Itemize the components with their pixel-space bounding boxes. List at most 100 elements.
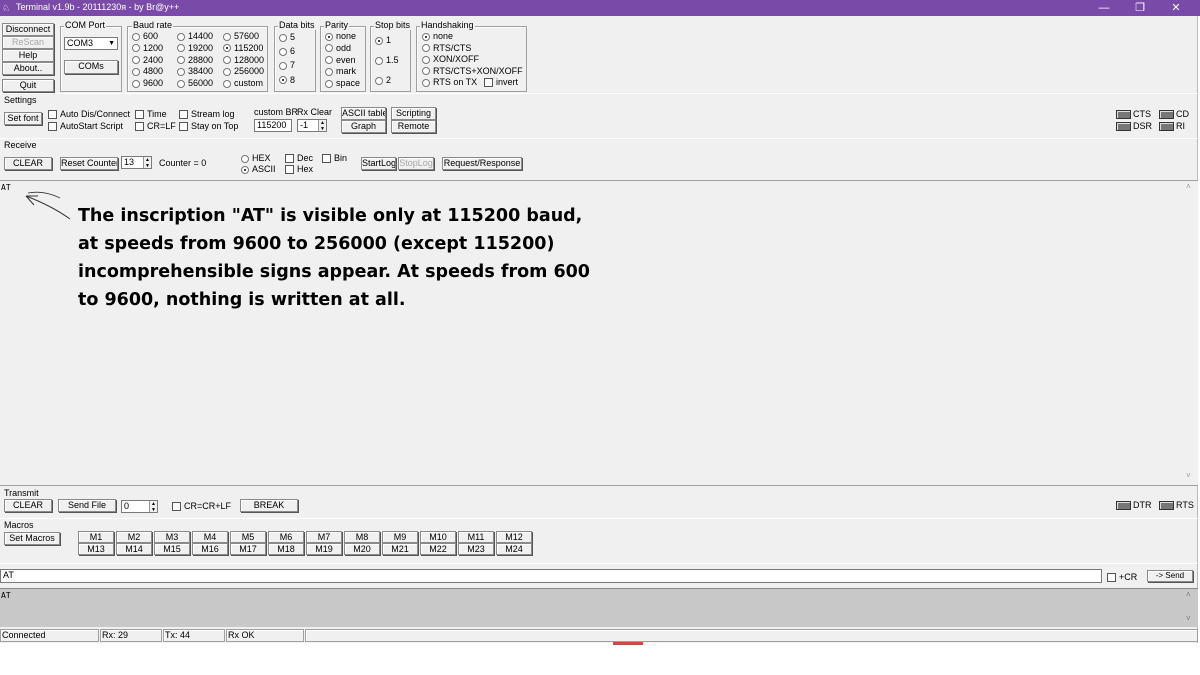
coms-button[interactable]: COMs (64, 60, 118, 74)
scroll-up-icon[interactable]: ˄ (1186, 182, 1191, 191)
macro-button-m12[interactable]: M12 (496, 531, 532, 543)
macro-button-m23[interactable]: M23 (458, 543, 494, 555)
ascii-radio[interactable]: ASCII (241, 164, 276, 174)
macro-button-m20[interactable]: M20 (344, 543, 380, 555)
start-log-button[interactable]: StartLog (361, 157, 396, 170)
about-button[interactable]: About.. (2, 62, 54, 75)
dtr-led[interactable] (1116, 501, 1131, 510)
stream-log-checkbox[interactable]: Stream log (179, 109, 235, 120)
macro-button-m22[interactable]: M22 (420, 543, 456, 555)
data-bits-radio-7[interactable]: 7 (279, 60, 295, 74)
baud-radio-56000[interactable]: 56000 (177, 78, 213, 90)
stop-bits-radio-2[interactable]: 2 (375, 75, 399, 95)
handshake-radio-xon-xoff[interactable]: XON/XOFF (422, 54, 523, 66)
receive-scrollbar[interactable]: ˄ ˅ (1183, 181, 1197, 485)
macro-button-m3[interactable]: M3 (154, 531, 190, 543)
stop-log-button[interactable]: StopLog (398, 157, 434, 170)
ascii-table-button[interactable]: ASCII table (341, 107, 386, 120)
send-input[interactable]: AT (0, 569, 1102, 583)
macro-button-m19[interactable]: M19 (306, 543, 342, 555)
macro-button-m6[interactable]: M6 (268, 531, 304, 543)
macro-button-m18[interactable]: M18 (268, 543, 304, 555)
remote-button[interactable]: Remote (391, 120, 436, 133)
disconnect-button[interactable]: Disconnect (2, 23, 54, 36)
send-file-button[interactable]: Send File (58, 499, 116, 512)
rx-clear-spinner[interactable]: ▲ ▼ (318, 120, 326, 131)
data-bits-radio-8[interactable]: 8 (279, 75, 295, 89)
transmit-log-scrollbar[interactable]: ˄ ˅ (1183, 589, 1197, 627)
stop-bits-radio-1-5[interactable]: 1.5 (375, 55, 399, 75)
auto-dis-connect-checkbox[interactable]: Auto Dis/Connect (48, 109, 130, 120)
baud-radio-57600[interactable]: 57600 (223, 31, 264, 43)
baud-radio-custom[interactable]: custom (223, 78, 264, 90)
transmit-log-area[interactable] (0, 588, 1198, 627)
baud-radio-1200[interactable]: 1200 (132, 43, 163, 55)
scripting-button[interactable]: Scripting (391, 107, 436, 120)
macro-button-m2[interactable]: M2 (116, 531, 152, 543)
baud-radio-115200[interactable]: 115200 (223, 43, 264, 55)
data-bits-radio-5[interactable]: 5 (279, 32, 295, 46)
transmit-counter-input[interactable]: 0 ▲ ▼ (121, 500, 158, 513)
baud-radio-14400[interactable]: 14400 (177, 31, 213, 43)
macro-button-m21[interactable]: M21 (382, 543, 418, 555)
macro-button-m16[interactable]: M16 (192, 543, 228, 555)
baud-radio-38400[interactable]: 38400 (177, 66, 213, 78)
hex-radio[interactable]: HEX (241, 153, 271, 163)
parity-radio-odd[interactable]: odd (325, 43, 360, 55)
data-bits-radio-6[interactable]: 6 (279, 46, 295, 60)
macro-button-m10[interactable]: M10 (420, 531, 456, 543)
macro-button-m14[interactable]: M14 (116, 543, 152, 555)
autostart-script-checkbox[interactable]: AutoStart Script (48, 121, 123, 132)
graph-button[interactable]: Graph (341, 120, 386, 133)
break-button[interactable]: BREAK (240, 499, 298, 512)
scroll-down-icon[interactable]: ˅ (1186, 471, 1191, 480)
stop-bits-radio-1[interactable]: 1 (375, 35, 399, 55)
cr-lf-checkbox[interactable]: CR=LF (135, 121, 176, 132)
handshake-radio-rts-cts-xon-xoff[interactable]: RTS/CTS+XON/XOFF (422, 66, 523, 78)
rx-clear-input[interactable]: -1 ▲ ▼ (297, 119, 327, 132)
rescan-button[interactable]: ReScan (2, 36, 54, 49)
handshake-radio-none[interactable]: none (422, 31, 523, 43)
minimize-icon[interactable]: — (1086, 0, 1122, 16)
handshake-radio-rts-cts[interactable]: RTS/CTS (422, 43, 523, 55)
transmit-counter-spinner[interactable]: ▲ ▼ (149, 501, 157, 512)
bin-checkbox[interactable]: Bin (322, 153, 347, 164)
parity-radio-none[interactable]: none (325, 31, 360, 43)
log-scroll-down-icon[interactable]: ˅ (1186, 614, 1191, 623)
parity-radio-mark[interactable]: mark (325, 66, 360, 78)
baud-radio-128000[interactable]: 128000 (223, 55, 264, 67)
receive-counter-input[interactable]: 13 ▲ ▼ (121, 156, 152, 169)
hex-checkbox[interactable]: Hex (285, 164, 313, 175)
macro-button-m4[interactable]: M4 (192, 531, 228, 543)
close-icon[interactable]: ✕ (1158, 0, 1194, 16)
help-button[interactable]: Help (2, 49, 54, 62)
macro-button-m13[interactable]: M13 (78, 543, 114, 555)
cr-crlf-checkbox[interactable]: CR=CR+LF (172, 501, 231, 512)
time-checkbox[interactable]: Time (135, 109, 167, 120)
rts-led[interactable] (1159, 501, 1174, 510)
macro-button-m24[interactable]: M24 (496, 543, 532, 555)
parity-radio-even[interactable]: even (325, 55, 360, 67)
set-font-button[interactable]: Set font (4, 112, 42, 125)
macro-button-m9[interactable]: M9 (382, 531, 418, 543)
receive-clear-button[interactable]: CLEAR (4, 157, 52, 170)
receive-counter-spinner[interactable]: ▲ ▼ (143, 157, 151, 168)
macro-button-m7[interactable]: M7 (306, 531, 342, 543)
baud-radio-4800[interactable]: 4800 (132, 66, 163, 78)
macro-button-m17[interactable]: M17 (230, 543, 266, 555)
set-macros-button[interactable]: Set Macros (4, 532, 60, 545)
parity-radio-space[interactable]: space (325, 78, 360, 90)
stay-on-top-checkbox[interactable]: Stay on Top (179, 121, 238, 132)
plus-cr-checkbox[interactable]: +CR (1107, 572, 1137, 583)
baud-radio-2400[interactable]: 2400 (132, 55, 163, 67)
send-button[interactable]: -> Send (1147, 570, 1193, 582)
baud-radio-19200[interactable]: 19200 (177, 43, 213, 55)
request-response-button[interactable]: Request/Response (442, 157, 522, 170)
log-scroll-up-icon[interactable]: ˄ (1186, 590, 1191, 599)
baud-radio-256000[interactable]: 256000 (223, 66, 264, 78)
reset-counter-button[interactable]: Reset Counter (60, 157, 118, 170)
macro-button-m8[interactable]: M8 (344, 531, 380, 543)
macro-button-m5[interactable]: M5 (230, 531, 266, 543)
invert-checkbox[interactable]: invert (484, 77, 518, 88)
custom-br-input[interactable]: 115200 (254, 119, 292, 132)
